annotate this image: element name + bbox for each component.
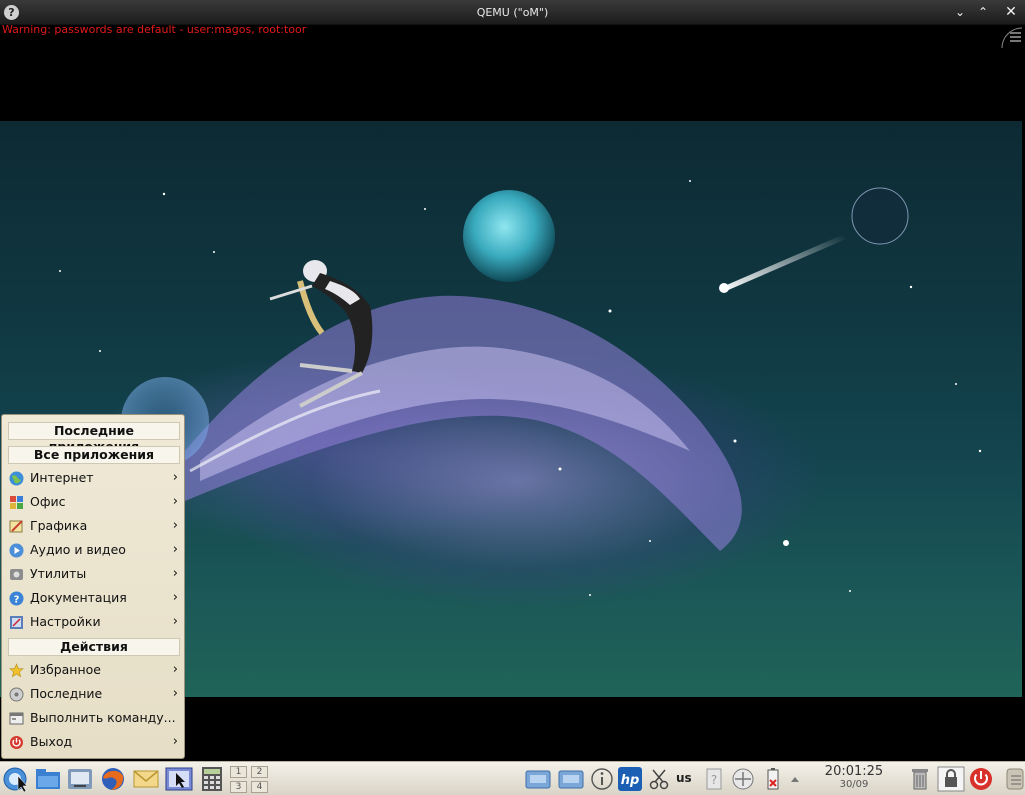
submenu-arrow-icon: › — [172, 686, 178, 701]
menu-item-graphics[interactable]: Графика › — [6, 515, 182, 537]
submenu-arrow-icon: › — [172, 662, 178, 677]
help-icon[interactable]: ? — [700, 766, 728, 792]
start-menu: Последние приложения Все приложения Инте… — [1, 414, 185, 759]
menu-item-label: Утилиты — [30, 566, 87, 581]
window-titlebar: ? QEMU ("oM") ⌄ ⌃ ✕ — [0, 0, 1025, 25]
lock-screen-icon[interactable] — [937, 766, 965, 792]
menu-item-label: Документация — [30, 590, 127, 605]
multimedia-icon — [9, 543, 24, 558]
menu-item-documentation[interactable]: ? Документация › — [6, 587, 182, 609]
graphics-icon — [9, 520, 23, 533]
svg-text:?: ? — [711, 773, 717, 787]
menu-item-label: Настройки — [30, 614, 101, 629]
clock-time: 20:01:25 — [824, 764, 884, 779]
trash-icon[interactable] — [906, 766, 934, 792]
disk-icon[interactable] — [557, 766, 585, 792]
menu-item-recent[interactable]: Последние › — [6, 683, 182, 705]
panel-options-icon[interactable] — [1003, 766, 1025, 792]
menu-item-logout[interactable]: Выход › — [6, 731, 182, 753]
menu-item-run-command[interactable]: Выполнить команду... — [6, 707, 182, 729]
file-manager-icon[interactable] — [34, 766, 62, 792]
recent-icon — [9, 687, 24, 702]
desktop-2[interactable]: 2 — [251, 766, 268, 778]
desktop-4[interactable]: 4 — [251, 781, 268, 793]
desktop-pager: 1 2 3 4 — [230, 765, 270, 793]
menu-item-utilities[interactable]: Утилиты › — [6, 563, 182, 585]
hp-printer-icon[interactable]: hp — [616, 766, 644, 792]
desktop-3[interactable]: 3 — [230, 781, 247, 793]
submenu-arrow-icon: › — [172, 614, 178, 629]
help-icon: ? — [9, 591, 24, 606]
globe-icon — [9, 471, 24, 486]
submenu-arrow-icon: › — [172, 542, 178, 557]
menu-item-favorites[interactable]: Избранное › — [6, 659, 182, 681]
submenu-arrow-icon: › — [172, 518, 178, 533]
run-icon — [9, 712, 24, 725]
calculator-icon[interactable] — [198, 766, 226, 792]
menu-item-label: Офис — [30, 494, 66, 509]
start-menu-button[interactable] — [2, 766, 30, 792]
settings-icon — [10, 616, 23, 629]
menu-item-label: Аудио и видео — [30, 542, 126, 557]
shutdown-icon[interactable] — [967, 766, 995, 792]
clipboard-scissors-icon[interactable] — [645, 766, 673, 792]
power-icon — [10, 736, 23, 749]
desktop-toolbox-icon[interactable] — [1000, 26, 1024, 50]
submenu-arrow-icon: › — [172, 734, 178, 749]
disk-icon[interactable] — [524, 766, 552, 792]
office-icon — [10, 496, 23, 509]
network-icon[interactable] — [729, 766, 757, 792]
menu-item-internet[interactable]: Интернет › — [6, 467, 182, 489]
menu-item-label: Интернет — [30, 470, 94, 485]
menu-item-label: Выполнить команду... — [30, 710, 176, 725]
menu-item-settings[interactable]: Настройки › — [6, 611, 182, 633]
submenu-arrow-icon: › — [172, 494, 178, 509]
svg-text:hp: hp — [621, 773, 640, 788]
utilities-icon — [10, 569, 23, 580]
window-title: QEMU ("oM") — [476, 6, 549, 19]
submenu-arrow-icon: › — [172, 590, 178, 605]
keyboard-layout-indicator[interactable]: us — [676, 771, 692, 785]
clock-date: 30/09 — [839, 779, 869, 790]
control-center-icon[interactable] — [66, 766, 94, 792]
all-apps-header[interactable]: Все приложения — [8, 446, 180, 464]
tray-expand-arrow-icon[interactable] — [786, 766, 804, 792]
close-button[interactable]: ✕ — [1003, 4, 1019, 20]
firefox-icon[interactable] — [99, 766, 127, 792]
menu-item-label: Последние — [30, 686, 103, 701]
taskbar: 1 2 3 4 hp us ? 20:01:25 30/09 — [0, 761, 1025, 795]
submenu-arrow-icon: › — [172, 566, 178, 581]
recent-apps-header[interactable]: Последние приложения — [8, 422, 180, 454]
password-warning: Warning: passwords are default - user:ma… — [2, 23, 307, 36]
battery-icon[interactable] — [759, 766, 787, 792]
maximize-button[interactable]: ⌃ — [975, 4, 991, 20]
submenu-arrow-icon: › — [172, 470, 178, 485]
clock[interactable]: 20:01:25 30/09 — [818, 764, 890, 790]
mail-icon[interactable] — [132, 766, 160, 792]
desktop-1[interactable]: 1 — [230, 766, 247, 778]
star-icon — [9, 663, 24, 678]
menu-item-label: Избранное — [30, 662, 101, 677]
info-icon[interactable] — [588, 766, 616, 792]
menu-item-label: Графика — [30, 518, 88, 533]
window-menu-button[interactable]: ⌄ — [952, 4, 968, 20]
screenshot-tool-icon[interactable] — [165, 766, 193, 792]
menu-item-label: Выход — [30, 734, 73, 749]
actions-header: Действия — [8, 638, 180, 656]
menu-item-multimedia[interactable]: Аудио и видео › — [6, 539, 182, 561]
svg-text:?: ? — [14, 595, 20, 606]
menu-item-office[interactable]: Офис › — [6, 491, 182, 513]
